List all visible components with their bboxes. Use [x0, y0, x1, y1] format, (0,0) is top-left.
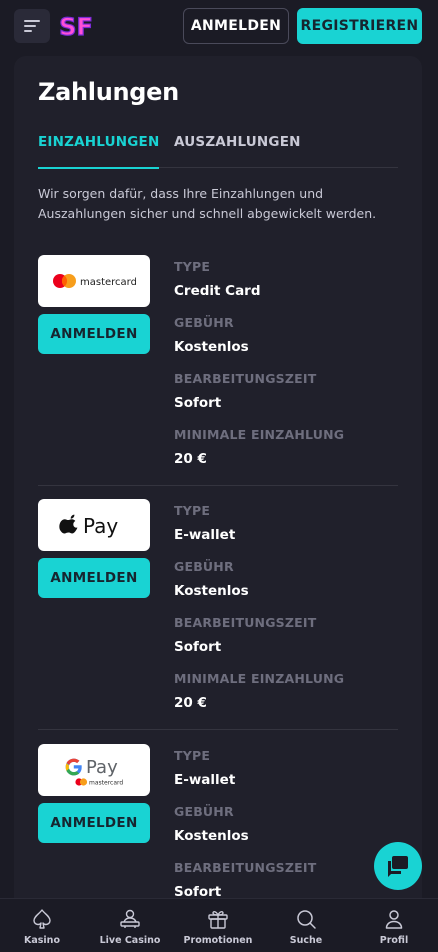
menu-button[interactable]	[14, 9, 50, 43]
user-icon	[382, 907, 406, 931]
sf-logo-icon: SF	[59, 12, 94, 41]
nav-item-live-casino[interactable]: Live Casino	[86, 899, 174, 952]
divider	[38, 485, 398, 486]
tab-withdrawals[interactable]: AUSZAHLUNGEN	[174, 134, 301, 168]
field-label-min-deposit: MINIMALE EINZAHLUNG	[174, 427, 345, 442]
top-header: SF ANMELDEN REGISTRIEREN	[0, 0, 438, 52]
register-button-header[interactable]: REGISTRIEREN	[297, 8, 422, 44]
field-value-type: E-wallet	[174, 527, 236, 543]
field-label-type: TYPE	[174, 259, 211, 274]
page-title: Zahlungen	[38, 78, 179, 106]
nav-label: Kasino	[24, 935, 60, 946]
nav-label: Live Casino	[99, 935, 161, 946]
field-value-min-deposit: 20 €	[174, 695, 207, 711]
payment-tabs: EINZAHLUNGEN AUSZAHLUNGEN	[38, 134, 398, 169]
nav-item-profile[interactable]: Profil	[350, 899, 438, 952]
gift-icon	[206, 907, 230, 931]
nav-label: Profil	[379, 935, 409, 946]
payment-method-mastercard: mastercard ANMELDEN TYPE Credit Card GEB…	[38, 255, 398, 500]
field-value-min-deposit: 20 €	[174, 451, 207, 467]
bottom-navigation: Kasino Live Casino Promotionen Suche Pro…	[0, 898, 438, 952]
chat-icon	[388, 856, 408, 877]
field-value-type: Credit Card	[174, 283, 261, 299]
dealer-icon	[118, 907, 142, 931]
google-pay-icon: Pay mastercard	[65, 757, 123, 787]
mastercard-text: mastercard	[80, 277, 136, 288]
field-label-processing-time: BEARBEITUNGSZEIT	[174, 371, 317, 386]
brand-logo[interactable]: SF	[58, 10, 94, 42]
login-button-header[interactable]: ANMELDEN	[183, 8, 289, 44]
apple-pay-logo: Pay	[38, 499, 150, 551]
nav-label: Suche	[289, 935, 323, 946]
field-label-type: TYPE	[174, 503, 211, 518]
intro-text: Wir sorgen dafür, dass Ihre Einzahlungen…	[38, 186, 377, 221]
field-label-fee: GEBÜHR	[174, 315, 234, 330]
nav-label: Promotionen	[183, 935, 253, 946]
google-pay-text: Pay	[86, 757, 118, 778]
live-chat-button[interactable]	[374, 842, 422, 890]
field-label-processing-time: BEARBEITUNGSZEIT	[174, 615, 317, 630]
field-value-type: E-wallet	[174, 772, 236, 788]
nav-item-kasino[interactable]: Kasino	[0, 899, 86, 952]
field-label-processing-time: BEARBEITUNGSZEIT	[174, 860, 317, 875]
tab-deposits[interactable]: EINZAHLUNGEN	[38, 134, 160, 169]
mastercard-logo: mastercard	[38, 255, 150, 307]
payment-method-apple-pay: Pay ANMELDEN TYPE E-wallet GEBÜHR Kosten…	[38, 499, 398, 744]
hamburger-icon	[24, 20, 40, 32]
spade-icon	[30, 907, 54, 931]
payments-card: Zahlungen EINZAHLUNGEN AUSZAHLUNGEN Wir …	[14, 56, 422, 916]
field-value-fee: Kostenlos	[174, 339, 249, 355]
google-pay-logo: Pay mastercard	[38, 744, 150, 796]
apple-pay-text: Pay	[83, 514, 118, 538]
login-button-google-pay[interactable]: ANMELDEN	[38, 803, 150, 843]
field-value-processing-time: Sofort	[174, 639, 222, 655]
nav-item-promotions[interactable]: Promotionen	[174, 899, 262, 952]
field-label-fee: GEBÜHR	[174, 804, 234, 819]
login-button-apple-pay[interactable]: ANMELDEN	[38, 558, 150, 598]
logo-text: SF	[59, 13, 93, 41]
login-button-mastercard[interactable]: ANMELDEN	[38, 314, 150, 354]
field-label-fee: GEBÜHR	[174, 559, 234, 574]
search-icon	[294, 907, 318, 931]
field-value-processing-time: Sofort	[174, 395, 222, 411]
field-label-type: TYPE	[174, 748, 211, 763]
divider	[38, 729, 398, 730]
nav-item-search[interactable]: Suche	[262, 899, 350, 952]
payment-method-google-pay: Pay mastercard ANMELDEN TYPE E-wallet GE…	[38, 744, 398, 916]
mastercard-icon: mastercard	[53, 274, 136, 288]
field-label-min-deposit: MINIMALE EINZAHLUNG	[174, 671, 345, 686]
field-value-fee: Kostenlos	[174, 828, 249, 844]
google-pay-mastercard-text: mastercard	[89, 780, 123, 787]
field-value-fee: Kostenlos	[174, 583, 249, 599]
apple-pay-icon: Pay	[59, 514, 118, 538]
